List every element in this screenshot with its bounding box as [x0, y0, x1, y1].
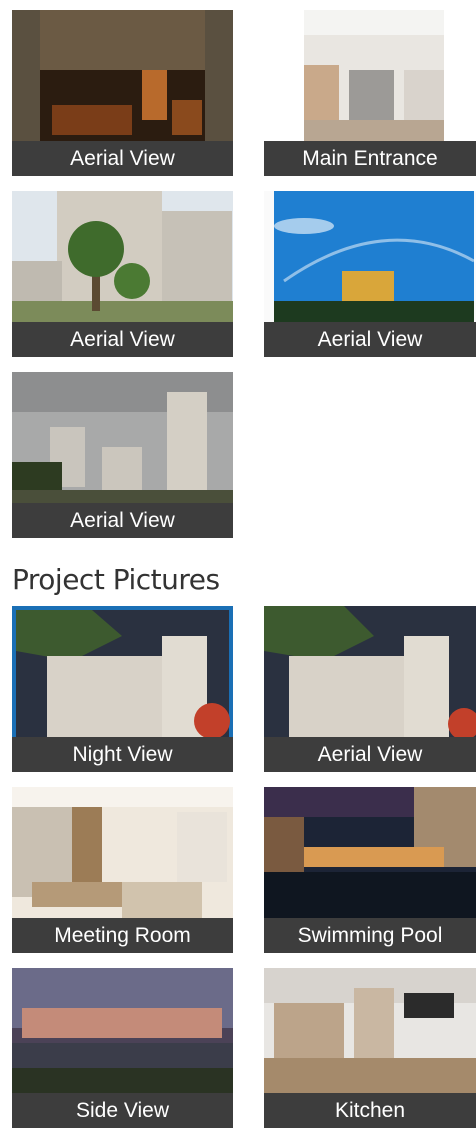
gallery-tile-meeting-room[interactable]: Meeting Room — [12, 787, 233, 953]
gallery-tile-side-view[interactable]: Side View — [12, 968, 233, 1128]
gallery-tile-aerial-cloudy[interactable]: Aerial View — [12, 372, 233, 538]
gallery-tile-aerial-night[interactable]: Aerial View — [12, 10, 233, 176]
photo-meeting-room — [12, 787, 233, 918]
gallery-tile-aerial-rainbow[interactable]: Aerial View — [264, 191, 476, 357]
tile-caption: Aerial View — [12, 141, 233, 176]
photo-towers-cloudy — [12, 372, 233, 503]
photo-corridor — [264, 10, 476, 141]
photo-side-view — [12, 968, 233, 1099]
photo-city-dusk — [12, 10, 233, 141]
photo-night-view — [12, 606, 233, 737]
section-title-project-pictures: Project Pictures — [12, 563, 220, 596]
photo-swimming-pool — [264, 787, 476, 918]
photo-towers-palms — [12, 191, 233, 322]
photo-kitchen — [264, 968, 476, 1099]
tile-caption: Night View — [12, 737, 233, 772]
tile-caption: Side View — [12, 1093, 233, 1128]
tile-caption: Aerial View — [264, 322, 476, 357]
tile-caption: Main Entrance — [264, 141, 476, 176]
photo-tower-rainbow — [264, 191, 476, 322]
tile-caption: Aerial View — [12, 503, 233, 538]
tile-caption: Kitchen — [264, 1093, 476, 1128]
tile-caption: Swimming Pool — [264, 918, 476, 953]
gallery-tile-night-view[interactable]: Night View — [12, 606, 233, 772]
tile-caption: Aerial View — [264, 737, 476, 772]
gallery-tile-aerial-palms[interactable]: Aerial View — [12, 191, 233, 357]
tile-caption: Aerial View — [12, 322, 233, 357]
gallery-tile-aerial-view[interactable]: Aerial View — [264, 606, 476, 772]
gallery-tile-main-entrance[interactable]: Main Entrance — [264, 10, 476, 176]
tile-caption: Meeting Room — [12, 918, 233, 953]
gallery-tile-swimming-pool[interactable]: Swimming Pool — [264, 787, 476, 953]
photo-aerial-view — [264, 606, 476, 737]
gallery-tile-kitchen[interactable]: Kitchen — [264, 968, 476, 1128]
